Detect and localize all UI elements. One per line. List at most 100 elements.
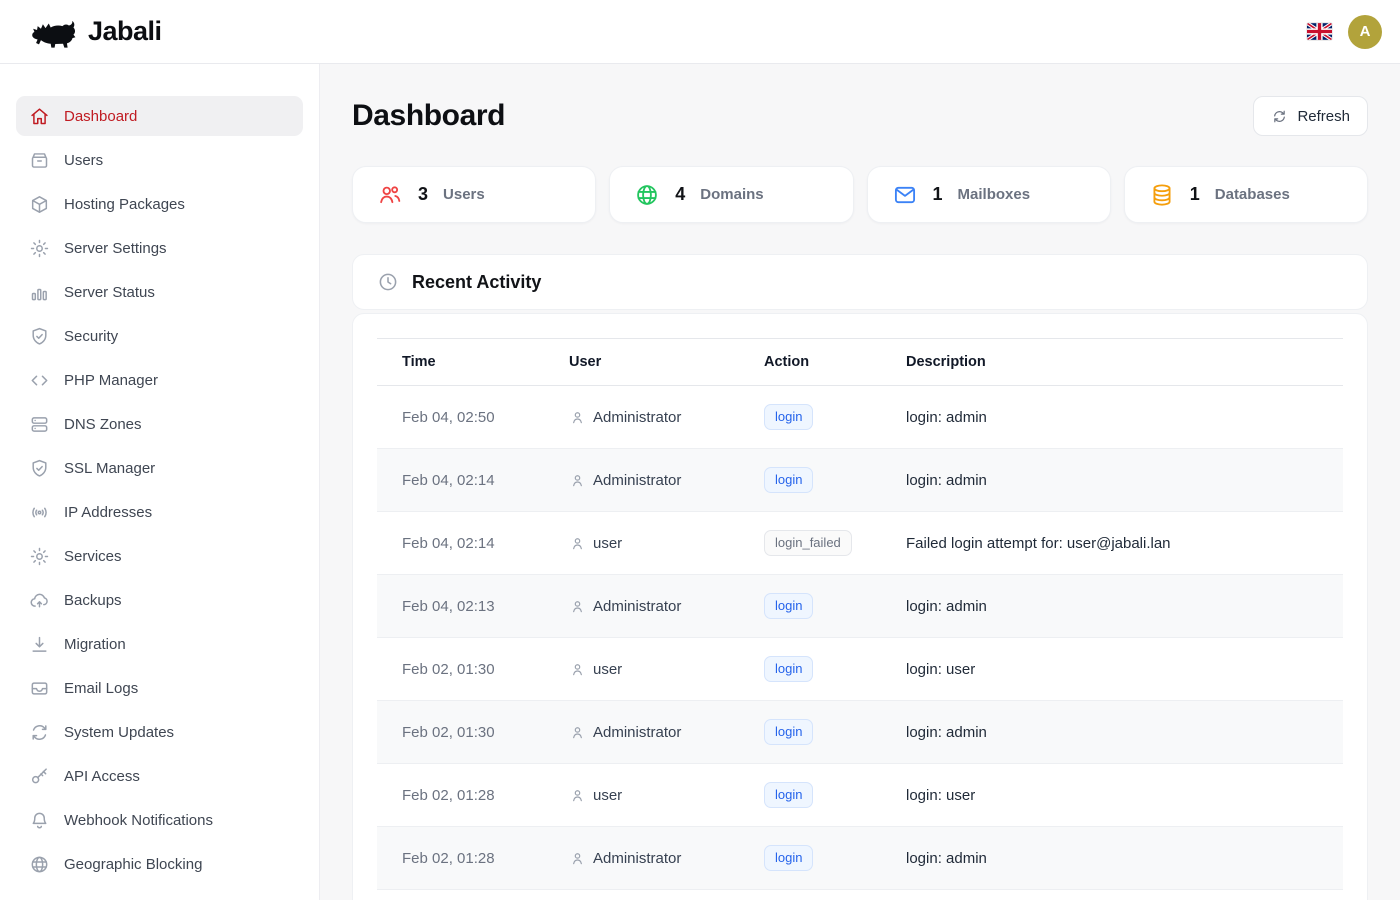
activity-user: user [593,535,622,552]
uk-flag-icon[interactable] [1307,23,1332,40]
activity-description: login: admin [890,386,1343,449]
column-header-time: Time [377,339,553,386]
table-row: Feb 02, 01:28 Administrator login login:… [377,827,1343,890]
shield-check-icon [29,458,50,479]
sidebar-item-api-access[interactable]: API Access [16,756,303,796]
sidebar-item-ip-addresses[interactable]: IP Addresses [16,492,303,532]
brand-logo[interactable]: Jabali [26,15,162,49]
action-badge: login [764,404,813,430]
activity-time: Feb 02, 01:28 [377,827,553,890]
stat-value: 1 [1190,184,1200,205]
activity-description: login: admin [890,890,1343,900]
table-row: Feb 04, 02:13 Administrator login login:… [377,575,1343,638]
topbar: Jabali A [0,0,1400,64]
shield-check-icon [29,326,50,347]
activity-time: Feb 04, 02:50 [377,386,553,449]
broadcast-icon [29,502,50,523]
activity-description: Failed login attempt for: user@jabali.la… [890,512,1343,575]
bar-chart-icon [29,282,50,303]
sidebar-item-services[interactable]: Services [16,536,303,576]
person-icon [569,598,586,615]
sidebar-item-users[interactable]: Users [16,140,303,180]
bell-icon [29,810,50,831]
column-header-action: Action [748,339,890,386]
action-badge: login [764,719,813,745]
sidebar-item-dns-zones[interactable]: DNS Zones [16,404,303,444]
server-stack-icon [29,414,50,435]
inbox-icon [29,678,50,699]
sidebar-item-system-updates[interactable]: System Updates [16,712,303,752]
sidebar-item-dashboard[interactable]: Dashboard [16,96,303,136]
sidebar-item-email-logs[interactable]: Email Logs [16,668,303,708]
activity-user: Administrator [593,409,681,426]
stat-value: 4 [675,184,685,205]
activity-description: login: admin [890,575,1343,638]
activity-user: Administrator [593,724,681,741]
sidebar-item-backups[interactable]: Backups [16,580,303,620]
sidebar-item-server-settings[interactable]: Server Settings [16,228,303,268]
sidebar: Dashboard Users Hosting Packages Server … [0,64,320,900]
activity-time: Feb 04, 02:13 [377,575,553,638]
refresh-icon [1271,108,1288,125]
refresh-button[interactable]: Refresh [1253,96,1368,136]
sidebar-item-geographic-blocking[interactable]: Geographic Blocking [16,844,303,884]
stat-card-domains[interactable]: 4 Domains [609,166,853,223]
database-icon [1149,182,1175,208]
stat-value: 3 [418,184,428,205]
stat-card-databases[interactable]: 1 Databases [1124,166,1368,223]
table-row: Feb 04, 02:50 Administrator login login:… [377,386,1343,449]
activity-time: Feb 04, 02:14 [377,449,553,512]
sidebar-item-hosting-packages[interactable]: Hosting Packages [16,184,303,224]
stat-card-users[interactable]: 3 Users [352,166,596,223]
table-row: Feb 02, 01:26 Administrator login login:… [377,890,1343,900]
recent-activity-title: Recent Activity [412,272,541,293]
person-icon [569,850,586,867]
recent-activity-panel: TimeUserActionDescription Feb 04, 02:50 … [352,313,1368,900]
person-icon [569,535,586,552]
action-badge: login [764,593,813,619]
action-badge: login_failed [764,530,852,556]
sidebar-item-server-status[interactable]: Server Status [16,272,303,312]
activity-time: Feb 02, 01:28 [377,764,553,827]
page-title: Dashboard [352,97,505,135]
person-icon [569,787,586,804]
sidebar-item-webhook-notifications[interactable]: Webhook Notifications [16,800,303,840]
mail-icon [892,182,918,208]
boar-logo-icon [26,15,78,49]
home-icon [29,106,50,127]
sidebar-item-php-manager[interactable]: PHP Manager [16,360,303,400]
stats-row: 3 Users 4 Domains 1 Mailboxes 1 Database… [352,166,1368,223]
sidebar-item-security[interactable]: Security [16,316,303,356]
activity-user: Administrator [593,850,681,867]
clock-icon [377,271,399,293]
stat-card-mailboxes[interactable]: 1 Mailboxes [867,166,1111,223]
action-badge: login [764,656,813,682]
person-icon [569,661,586,678]
gear-icon [29,546,50,567]
action-badge: login [764,467,813,493]
archive-icon [29,150,50,171]
main-content: Dashboard Refresh 3 Users 4 Domains 1 Ma… [320,64,1400,900]
download-icon [29,634,50,655]
activity-description: login: user [890,638,1343,701]
avatar[interactable]: A [1348,15,1382,49]
activity-user: Administrator [593,472,681,489]
activity-time: Feb 02, 01:30 [377,638,553,701]
activity-user: Administrator [593,598,681,615]
sidebar-item-migration[interactable]: Migration [16,624,303,664]
gear-icon [29,238,50,259]
sidebar-item-ssl-manager[interactable]: SSL Manager [16,448,303,488]
table-row: Feb 02, 01:28 user login login: user [377,764,1343,827]
stat-label: Domains [700,186,763,203]
table-row: Feb 02, 01:30 user login login: user [377,638,1343,701]
activity-user: user [593,661,622,678]
globe-icon [634,182,660,208]
column-header-description: Description [890,339,1343,386]
table-row: Feb 04, 02:14 Administrator login login:… [377,449,1343,512]
activity-description: login: admin [890,827,1343,890]
table-row: Feb 04, 02:14 user login_failed Failed l… [377,512,1343,575]
activity-time: Feb 04, 02:14 [377,512,553,575]
stat-label: Databases [1215,186,1290,203]
cloud-upload-icon [29,590,50,611]
recent-activity-header: Recent Activity [352,254,1368,310]
